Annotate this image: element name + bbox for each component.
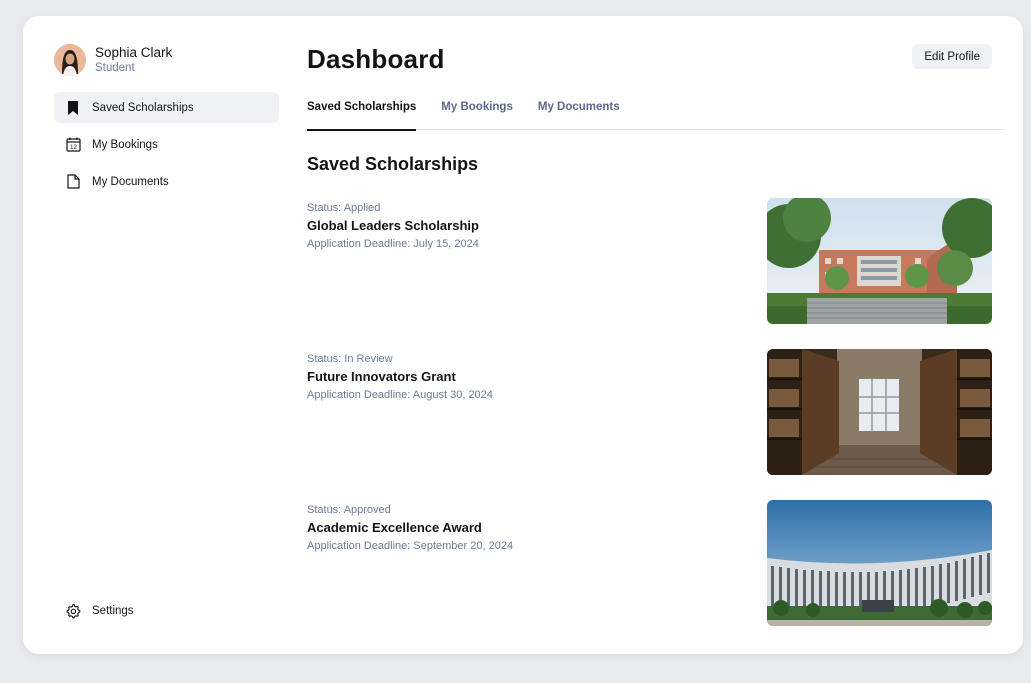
calendar-icon: 12 (65, 137, 81, 153)
tab-my-documents[interactable]: My Documents (538, 98, 620, 130)
list-item[interactable]: Status: Approved Academic Excellence Awa… (307, 500, 992, 626)
sidebar-nav: Saved Scholarships 12 My Bookings My Doc… (54, 92, 279, 203)
sidebar-item-my-documents[interactable]: My Documents (54, 166, 279, 197)
edit-profile-button[interactable]: Edit Profile (912, 44, 992, 69)
campus-photo[interactable] (767, 198, 992, 324)
sidebar-item-my-bookings[interactable]: 12 My Bookings (54, 129, 279, 160)
sidebar-item-label: Saved Scholarships (92, 101, 194, 114)
settings-label: Settings (92, 604, 134, 617)
tab-saved-scholarships[interactable]: Saved Scholarships (307, 98, 417, 131)
list-item[interactable]: Status: Applied Global Leaders Scholarsh… (307, 198, 992, 324)
user-name: Sophia Clark (95, 45, 173, 60)
scholarship-list: Status: Applied Global Leaders Scholarsh… (307, 198, 992, 651)
gear-icon (65, 603, 81, 619)
main-content: Dashboard Edit Profile Saved Scholarship… (307, 16, 1023, 654)
list-item[interactable]: Status: In Review Future Innovators Gran… (307, 349, 992, 475)
calendar-icon-day: 12 (70, 145, 77, 151)
library-photo[interactable] (767, 349, 992, 475)
dashboard-card: Sophia Clark Student Saved Scholarships (23, 16, 1023, 654)
user-role: Student (95, 62, 135, 74)
page-title: Dashboard (307, 44, 445, 74)
bookmark-icon (65, 100, 81, 116)
sidebar: Sophia Clark Student Saved Scholarships (23, 16, 295, 654)
building-photo[interactable] (767, 500, 992, 626)
sidebar-item-settings[interactable]: Settings (54, 595, 279, 626)
user-profile[interactable]: Sophia Clark Student (54, 44, 172, 76)
sidebar-item-label: My Bookings (92, 138, 158, 151)
sidebar-item-saved-scholarships[interactable]: Saved Scholarships (54, 92, 279, 123)
sidebar-item-label: My Documents (92, 175, 169, 188)
document-icon (65, 174, 81, 190)
tab-bar: Saved Scholarships My Bookings My Docume… (307, 98, 1005, 131)
section-title: Saved Scholarships (307, 154, 479, 174)
avatar (54, 44, 86, 76)
tab-my-bookings[interactable]: My Bookings (441, 98, 513, 130)
